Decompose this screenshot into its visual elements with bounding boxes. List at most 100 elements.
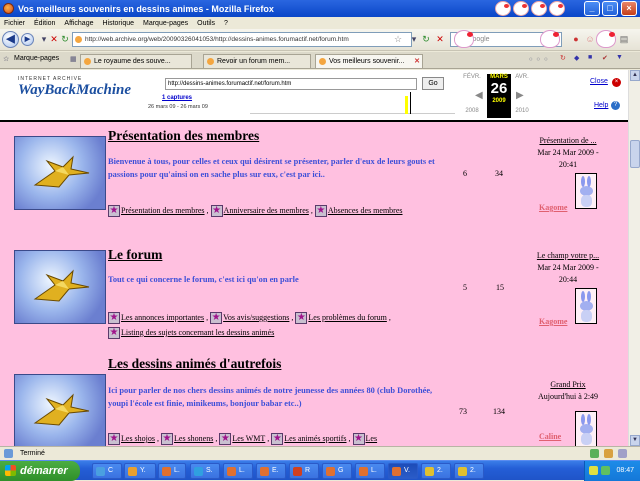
taskbar-item[interactable]: 2. bbox=[421, 463, 451, 479]
last-post-user-link[interactable]: Caline bbox=[539, 431, 561, 443]
menu-marque-pages[interactable]: Marque-pages bbox=[143, 20, 188, 27]
wayback-url-input[interactable]: http://dessins-animes.forumactif.net/for… bbox=[165, 78, 417, 90]
toolbar-icon[interactable]: ■ bbox=[588, 54, 592, 61]
taskbar-item[interactable]: G bbox=[322, 463, 352, 479]
taskbar-item[interactable]: Y. bbox=[124, 463, 156, 479]
maximize-button[interactable]: □ bbox=[602, 1, 618, 16]
forum-title-link[interactable]: Le forum bbox=[108, 247, 162, 263]
taskbar-item[interactable]: R bbox=[289, 463, 319, 479]
wayback-current-year: 2009 bbox=[492, 98, 506, 104]
subforum-list: ★ Les annonces importantes, ★ Vos avis/sug… bbox=[108, 312, 391, 340]
taskbar-item[interactable]: E. bbox=[256, 463, 286, 479]
addon-icon[interactable]: ☺ bbox=[584, 33, 596, 46]
subforum-link[interactable]: ★ Les annonces importantes bbox=[108, 312, 204, 325]
reload-page-icon[interactable]: ↻ bbox=[420, 33, 432, 46]
wayback-close-link[interactable]: Close bbox=[590, 78, 608, 85]
address-bar[interactable]: http://web.archive.org/web/2009032604105… bbox=[72, 32, 412, 47]
bookmarks-menu[interactable]: Marque-pages bbox=[14, 55, 59, 62]
minimize-button[interactable]: _ bbox=[584, 1, 600, 16]
menu-edition[interactable]: Édition bbox=[34, 20, 55, 27]
forum-icon[interactable] bbox=[14, 250, 106, 324]
wayback-next-arrow-icon[interactable]: ▶ bbox=[516, 90, 524, 101]
status-addon-icon[interactable] bbox=[590, 449, 599, 458]
menu-historique[interactable]: Historique bbox=[102, 20, 134, 27]
tab-revoir-forum[interactable]: Revoir un forum mem... bbox=[203, 54, 311, 68]
subforum-link[interactable]: ★ Absences des membres bbox=[314, 205, 403, 218]
reload-icon[interactable]: ↻ bbox=[59, 33, 71, 46]
menu-affichage[interactable]: Affichage bbox=[64, 20, 93, 27]
tray-icon[interactable] bbox=[601, 466, 610, 475]
menu-outils[interactable]: Outils bbox=[197, 20, 215, 27]
menu-fichier[interactable]: Fichier bbox=[4, 20, 25, 27]
adblock-icon[interactable]: ● bbox=[570, 33, 582, 46]
toolbar-icon[interactable]: ✔ bbox=[602, 54, 608, 62]
back-button[interactable]: ◀ bbox=[2, 31, 19, 48]
scroll-down-button[interactable]: ▼ bbox=[630, 435, 640, 446]
close-window-button[interactable]: × bbox=[621, 1, 637, 16]
toolbar-icon[interactable]: ◆ bbox=[574, 54, 579, 62]
scroll-up-button[interactable]: ▲ bbox=[630, 70, 640, 81]
user-avatar[interactable] bbox=[575, 173, 597, 209]
window-title: Vos meilleurs souvenirs en dessins anime… bbox=[18, 3, 274, 14]
taskbar-item[interactable]: 2. bbox=[454, 463, 484, 479]
subforum-link[interactable]: ★ Listing des sujets concernant les dessi… bbox=[108, 327, 274, 340]
wayback-help-icon[interactable]: ? bbox=[611, 101, 620, 110]
wayback-help-link[interactable]: Help bbox=[594, 102, 608, 109]
address-dropdown-icon[interactable]: ▾ bbox=[408, 33, 420, 46]
taskbar-item-label: 2. bbox=[437, 467, 443, 474]
subforum-link[interactable]: ★ Anniversaire des membres bbox=[210, 205, 309, 218]
wayback-captures-link[interactable]: 1 captures bbox=[162, 95, 192, 101]
forward-button[interactable]: ▶ bbox=[21, 33, 34, 46]
stop-page-icon[interactable]: ✕ bbox=[434, 33, 446, 46]
tab-vos-meilleurs[interactable]: Vos meilleurs souvenir... ✕ bbox=[315, 54, 423, 68]
taskbar-item[interactable]: L. bbox=[158, 463, 186, 479]
forum-title-link[interactable]: Les dessins animés d'autrefois bbox=[108, 356, 281, 372]
forum-title-link[interactable]: Présentation des membres bbox=[108, 128, 259, 144]
wayback-prev-arrow-icon[interactable]: ◀ bbox=[475, 90, 483, 101]
extension-icon[interactable]: ▤ bbox=[618, 33, 630, 46]
toolbar-icon[interactable]: ▼ bbox=[616, 54, 623, 61]
last-post-user-link[interactable]: Kagome bbox=[539, 316, 567, 328]
menu-help[interactable]: ? bbox=[224, 20, 228, 27]
tab-royaume[interactable]: Le royaume des souve... bbox=[80, 54, 192, 68]
taskbar-item[interactable]: L. bbox=[355, 463, 385, 479]
subforum-link[interactable]: ★ Les bbox=[352, 433, 378, 446]
forum-icon[interactable] bbox=[14, 374, 106, 446]
tab-list-icon[interactable]: ▦ bbox=[70, 55, 77, 63]
subforum-link[interactable]: ★ Vos avis/suggestions bbox=[210, 312, 289, 325]
wayback-next-month[interactable]: AVR. bbox=[510, 74, 534, 80]
wayback-prev-month[interactable]: FÉVR. bbox=[460, 74, 484, 80]
wayback-sparkline[interactable] bbox=[250, 92, 455, 114]
user-avatar[interactable] bbox=[575, 411, 597, 446]
scroll-thumb[interactable] bbox=[630, 140, 640, 168]
subforum-link[interactable]: ★ Les WMT bbox=[219, 433, 265, 446]
wayback-logo[interactable]: INTERNET ARCHIVE WayBackMachine bbox=[18, 76, 131, 112]
taskbar-item[interactable]: S. bbox=[190, 463, 220, 479]
wayback-go-button[interactable]: Go bbox=[422, 77, 444, 90]
bookmark-star-icon[interactable]: ☆ bbox=[392, 33, 404, 46]
start-button[interactable]: démarrer bbox=[0, 461, 80, 481]
wayback-close-icon[interactable]: × bbox=[612, 78, 621, 87]
subforum-link[interactable]: ★ Les problèmes du forum bbox=[295, 312, 387, 325]
close-tab-icon[interactable]: ✕ bbox=[414, 55, 420, 68]
taskbar-item[interactable]: L. bbox=[223, 463, 253, 479]
last-post-title-link[interactable]: Présentation de ... bbox=[525, 135, 611, 147]
wayback-current-date: MARS 26 2009 bbox=[487, 74, 511, 118]
subforum-link[interactable]: ★ Les shojos bbox=[108, 433, 155, 446]
subforum-link[interactable]: ★ Présentation des membres bbox=[108, 205, 205, 218]
toolbar-icon[interactable]: ↻ bbox=[560, 54, 566, 62]
forum-icon[interactable] bbox=[14, 136, 106, 210]
tray-icon[interactable] bbox=[589, 466, 598, 475]
taskbar-item[interactable]: C bbox=[92, 463, 122, 479]
vertical-scrollbar[interactable]: ▲ ▼ bbox=[628, 70, 640, 446]
subforum-label: Les bbox=[365, 434, 378, 443]
last-post-user-link[interactable]: Kagome bbox=[539, 202, 567, 214]
last-post-title-link[interactable]: Le champ votre p... bbox=[525, 250, 611, 262]
taskbar-item-active[interactable]: V. bbox=[388, 463, 418, 479]
last-post-title-link[interactable]: Grand Prix bbox=[525, 379, 611, 391]
subforum-link[interactable]: ★ Les shonens bbox=[161, 433, 213, 446]
status-addon-icon[interactable] bbox=[618, 449, 627, 458]
subforum-link[interactable]: ★ Les animés sportifs bbox=[271, 433, 347, 446]
user-avatar[interactable] bbox=[575, 288, 597, 324]
status-addon-icon[interactable] bbox=[604, 449, 613, 458]
